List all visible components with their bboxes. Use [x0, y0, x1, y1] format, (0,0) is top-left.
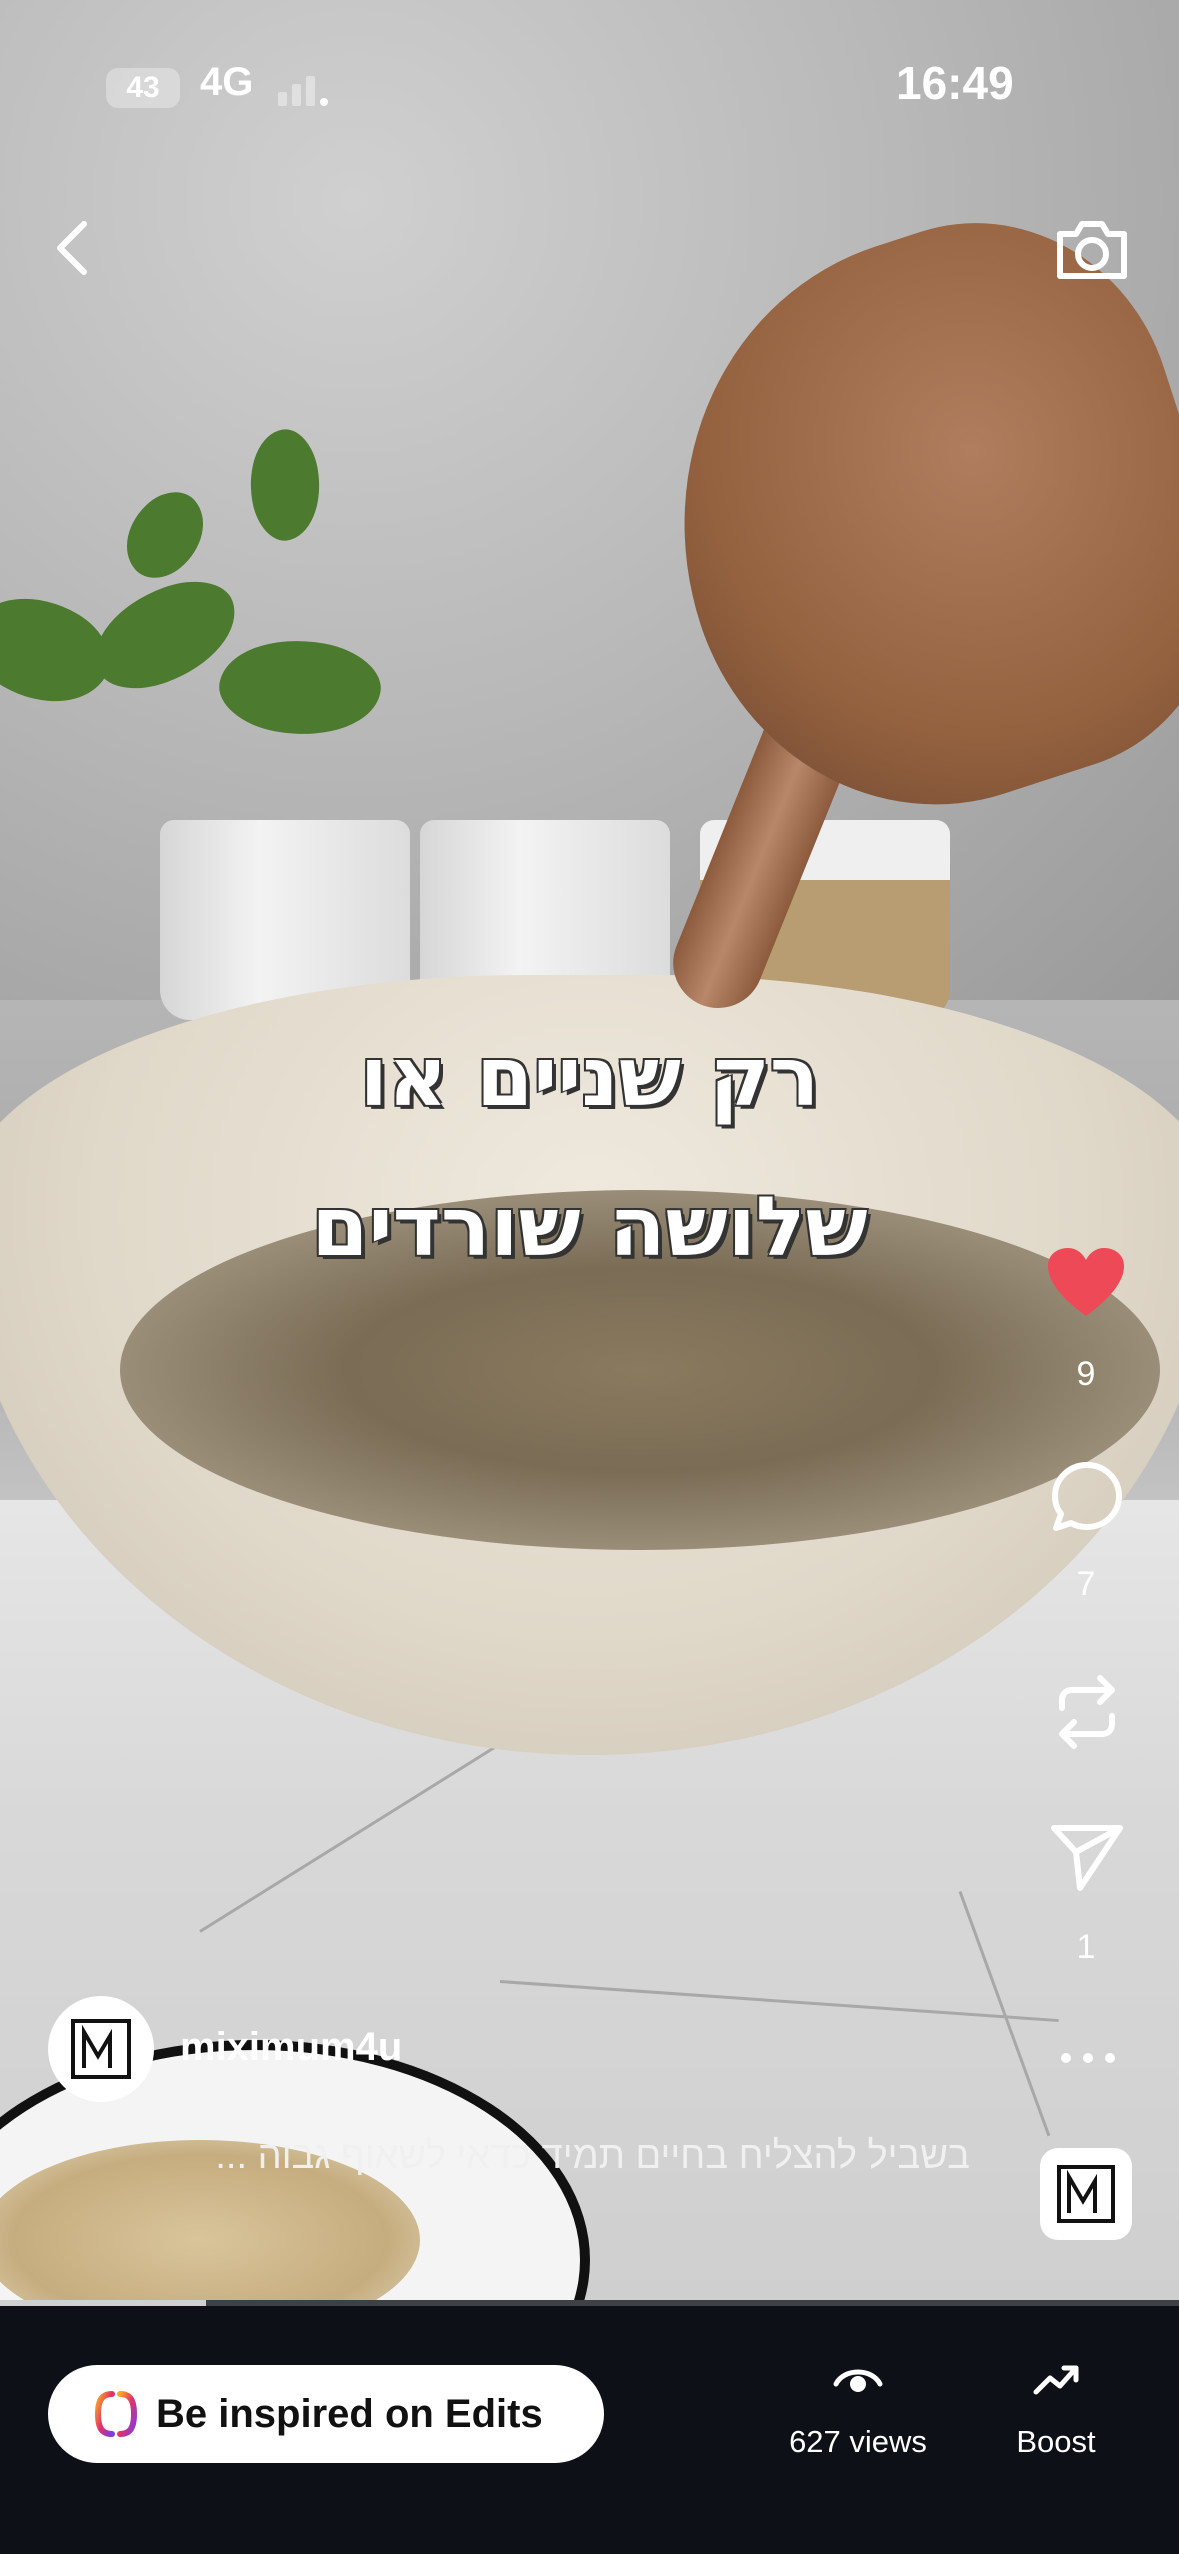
camera-icon[interactable]: [1052, 210, 1132, 286]
like-count[interactable]: 9: [1026, 1355, 1146, 1394]
comment-icon[interactable]: [1050, 1460, 1124, 1534]
send-icon[interactable]: [1050, 1822, 1124, 1892]
audio-thumbnail[interactable]: [1040, 2148, 1132, 2240]
clock: 16:49: [896, 57, 1014, 109]
more-icon[interactable]: [1058, 2046, 1118, 2070]
avatar[interactable]: [48, 1996, 154, 2102]
comment-count[interactable]: 7: [1026, 1565, 1146, 1604]
back-icon[interactable]: [40, 210, 104, 286]
edits-button-label: Be inspired on Edits: [156, 2391, 543, 2436]
heart-icon[interactable]: [1046, 1246, 1126, 1320]
video-caption-line-1: רק שניים או: [359, 1030, 820, 1125]
boost-label: Boost: [1016, 2424, 1096, 2459]
eye-icon: [833, 2369, 883, 2392]
reel-video[interactable]: רק שניים או שלושה שורדים: [0, 0, 1179, 2300]
network-type: 4G: [200, 60, 254, 104]
repost-icon[interactable]: [1050, 1672, 1124, 1752]
boost-button[interactable]: Boost: [1000, 2358, 1112, 2460]
username[interactable]: miximum4u: [180, 2025, 402, 2070]
edits-button[interactable]: Be inspired on Edits: [48, 2365, 604, 2463]
post-caption[interactable]: בשביל להצליח בחיים תמיד כדאי לשאוף גבוה …: [130, 2135, 970, 2178]
views-stat[interactable]: 627 views: [770, 2358, 946, 2460]
edits-logo-icon: [1057, 2165, 1115, 2223]
share-count[interactable]: 1: [1026, 1928, 1146, 1967]
views-label: 627 views: [789, 2424, 927, 2459]
signal-icon: [278, 70, 338, 106]
video-caption-line-2: שלושה שורדים: [311, 1180, 868, 1275]
brand-logo-icon: [71, 2019, 131, 2079]
edits-app-icon: [94, 2391, 138, 2437]
battery-indicator: 43: [106, 68, 180, 108]
boost-icon: [1033, 2365, 1079, 2395]
